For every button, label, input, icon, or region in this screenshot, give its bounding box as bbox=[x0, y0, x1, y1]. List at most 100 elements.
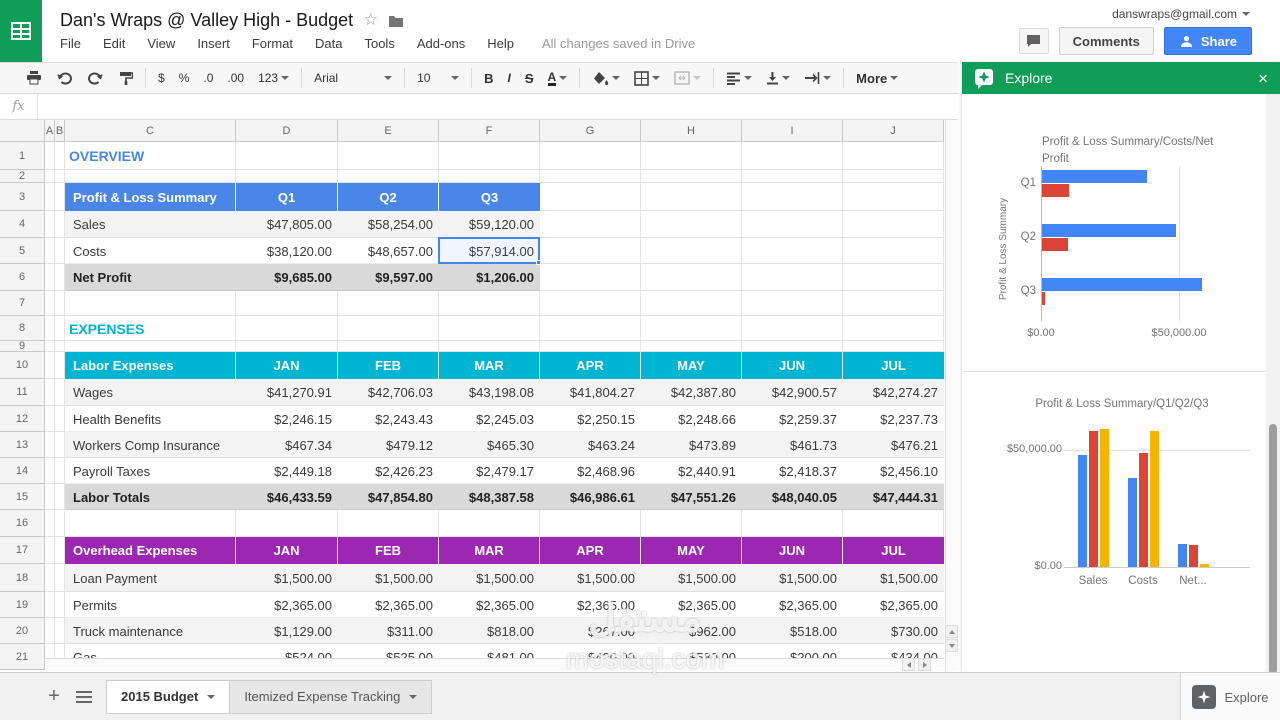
table-header-cell[interactable]: MAY bbox=[641, 537, 742, 564]
cell[interactable]: $2,259.37 bbox=[742, 406, 843, 432]
bold-button[interactable]: B bbox=[484, 71, 493, 86]
row-header[interactable]: 21 bbox=[0, 644, 45, 670]
scroll-down-button[interactable] bbox=[945, 639, 958, 652]
document-title[interactable]: Dan's Wraps @ Valley High - Budget bbox=[60, 10, 353, 31]
increase-decimal-button[interactable]: .00 bbox=[227, 71, 244, 85]
cell[interactable]: $2,456.10 bbox=[843, 458, 944, 484]
table-header-cell[interactable]: Q2 bbox=[338, 183, 439, 211]
cell[interactable]: Truck maintenance bbox=[65, 618, 236, 644]
cell[interactable]: Net Profit bbox=[65, 264, 236, 291]
table-header-cell[interactable]: Profit & Loss Summary bbox=[65, 183, 236, 211]
text-color-button[interactable]: A bbox=[547, 71, 568, 86]
cell[interactable]: $476.21 bbox=[843, 432, 944, 458]
horizontal-scrollbar[interactable] bbox=[45, 658, 944, 671]
table-header-cell[interactable]: APR bbox=[540, 537, 641, 564]
cell[interactable]: $2,468.96 bbox=[540, 458, 641, 484]
cell[interactable]: $1,500.00 bbox=[439, 564, 540, 592]
row-header[interactable]: 11 bbox=[0, 379, 45, 406]
add-sheet-button[interactable]: + bbox=[40, 685, 68, 708]
sheet-tab-2015-budget[interactable]: 2015 Budget bbox=[106, 679, 231, 714]
cell[interactable]: $479.12 bbox=[338, 432, 439, 458]
explore-button[interactable]: Explore bbox=[1180, 673, 1280, 720]
sheets-logo[interactable] bbox=[0, 0, 42, 62]
cell[interactable]: $730.00 bbox=[843, 618, 944, 644]
row-header[interactable]: 13 bbox=[0, 432, 45, 458]
cell[interactable]: $1,500.00 bbox=[641, 564, 742, 592]
table-header-cell[interactable]: FEB bbox=[338, 352, 439, 379]
cell[interactable]: $463.24 bbox=[540, 432, 641, 458]
table-header-cell[interactable]: MAR bbox=[439, 352, 540, 379]
cell[interactable]: $2,243.43 bbox=[338, 406, 439, 432]
table-header-cell[interactable]: MAR bbox=[439, 537, 540, 564]
cell[interactable]: $311.00 bbox=[338, 618, 439, 644]
spreadsheet-grid[interactable]: OVERVIEW Profit & Loss Summary Q1 Q2 Q3 Sales… bbox=[0, 120, 958, 672]
cell[interactable]: Permits bbox=[65, 592, 236, 618]
cell[interactable]: $41,270.91 bbox=[236, 379, 338, 406]
table-header-cell[interactable]: Q3 bbox=[439, 183, 540, 211]
save-status[interactable]: All changes saved in Drive bbox=[542, 36, 695, 51]
cell[interactable]: $42,706.03 bbox=[338, 379, 439, 406]
scroll-up-button[interactable] bbox=[945, 625, 958, 638]
horizontal-align-button[interactable] bbox=[726, 72, 753, 85]
row-header[interactable]: 18 bbox=[0, 564, 45, 592]
cell[interactable]: $2,426.23 bbox=[338, 458, 439, 484]
decrease-decimal-button[interactable]: .0 bbox=[203, 71, 213, 85]
cell[interactable]: $58,254.00 bbox=[338, 211, 439, 238]
table-header-cell[interactable]: JUL bbox=[843, 537, 944, 564]
row-header[interactable]: 17 bbox=[0, 537, 45, 564]
column-header[interactable]: F bbox=[439, 120, 540, 142]
column-header[interactable]: D bbox=[236, 120, 338, 142]
cell[interactable]: $41,804.27 bbox=[540, 379, 641, 406]
table-header-cell[interactable]: JUL bbox=[843, 352, 944, 379]
table-header-cell[interactable]: JUN bbox=[742, 352, 843, 379]
row-header[interactable]: 5 bbox=[0, 238, 45, 264]
menu-format[interactable]: Format bbox=[252, 36, 293, 51]
cell[interactable]: $43,198.08 bbox=[439, 379, 540, 406]
formula-bar[interactable]: fx bbox=[0, 94, 958, 120]
cell[interactable]: $47,805.00 bbox=[236, 211, 338, 238]
table-header-cell[interactable]: Overhead Expenses bbox=[65, 537, 236, 564]
cell[interactable]: Costs bbox=[65, 238, 236, 264]
cell[interactable]: $818.00 bbox=[439, 618, 540, 644]
cell[interactable]: $9,685.00 bbox=[236, 264, 338, 291]
cell[interactable]: Wages bbox=[65, 379, 236, 406]
cell[interactable]: Health Benefits bbox=[65, 406, 236, 432]
number-format-button[interactable]: 123 bbox=[258, 71, 290, 85]
star-icon[interactable]: ☆ bbox=[363, 10, 378, 30]
cell[interactable]: $473.89 bbox=[641, 432, 742, 458]
column-header[interactable]: B bbox=[55, 120, 65, 142]
paint-format-button[interactable] bbox=[118, 71, 133, 86]
menu-addons[interactable]: Add-ons bbox=[417, 36, 465, 51]
cell[interactable]: $9,597.00 bbox=[338, 264, 439, 291]
row-header[interactable]: 2 bbox=[0, 170, 45, 183]
table-header-cell[interactable]: Labor Expenses bbox=[65, 352, 236, 379]
cell[interactable]: Loan Payment bbox=[65, 564, 236, 592]
cell[interactable]: $2,365.00 bbox=[641, 592, 742, 618]
row-header[interactable]: 6 bbox=[0, 264, 45, 291]
table-header-cell[interactable]: Q1 bbox=[236, 183, 338, 211]
text-wrap-button[interactable] bbox=[804, 72, 832, 84]
undo-button[interactable] bbox=[56, 71, 73, 85]
cell[interactable]: $2,250.15 bbox=[540, 406, 641, 432]
table-header-cell[interactable]: APR bbox=[540, 352, 641, 379]
cell[interactable]: $1,500.00 bbox=[540, 564, 641, 592]
row-header[interactable]: 19 bbox=[0, 592, 45, 618]
cell[interactable]: $2,245.03 bbox=[439, 406, 540, 432]
merge-cells-button[interactable] bbox=[674, 71, 702, 85]
menu-tools[interactable]: Tools bbox=[364, 36, 394, 51]
cell[interactable]: $47,551.26 bbox=[641, 484, 742, 510]
row-header[interactable]: 3 bbox=[0, 183, 45, 211]
cell[interactable]: $1,500.00 bbox=[236, 564, 338, 592]
cell[interactable]: $2,248.66 bbox=[641, 406, 742, 432]
cell[interactable]: Sales bbox=[65, 211, 236, 238]
cell[interactable]: $518.00 bbox=[742, 618, 843, 644]
sheet-tab-itemized-expense-tracking[interactable]: Itemized Expense Tracking bbox=[230, 679, 433, 714]
menu-file[interactable]: File bbox=[60, 36, 81, 51]
more-button[interactable]: More bbox=[856, 71, 899, 86]
cell[interactable]: $2,365.00 bbox=[742, 592, 843, 618]
cell[interactable]: Payroll Taxes bbox=[65, 458, 236, 484]
cell[interactable]: $2,365.00 bbox=[843, 592, 944, 618]
row-header[interactable]: 1 bbox=[0, 142, 45, 170]
selected-cell[interactable] bbox=[438, 237, 541, 265]
column-header[interactable]: G bbox=[540, 120, 641, 142]
